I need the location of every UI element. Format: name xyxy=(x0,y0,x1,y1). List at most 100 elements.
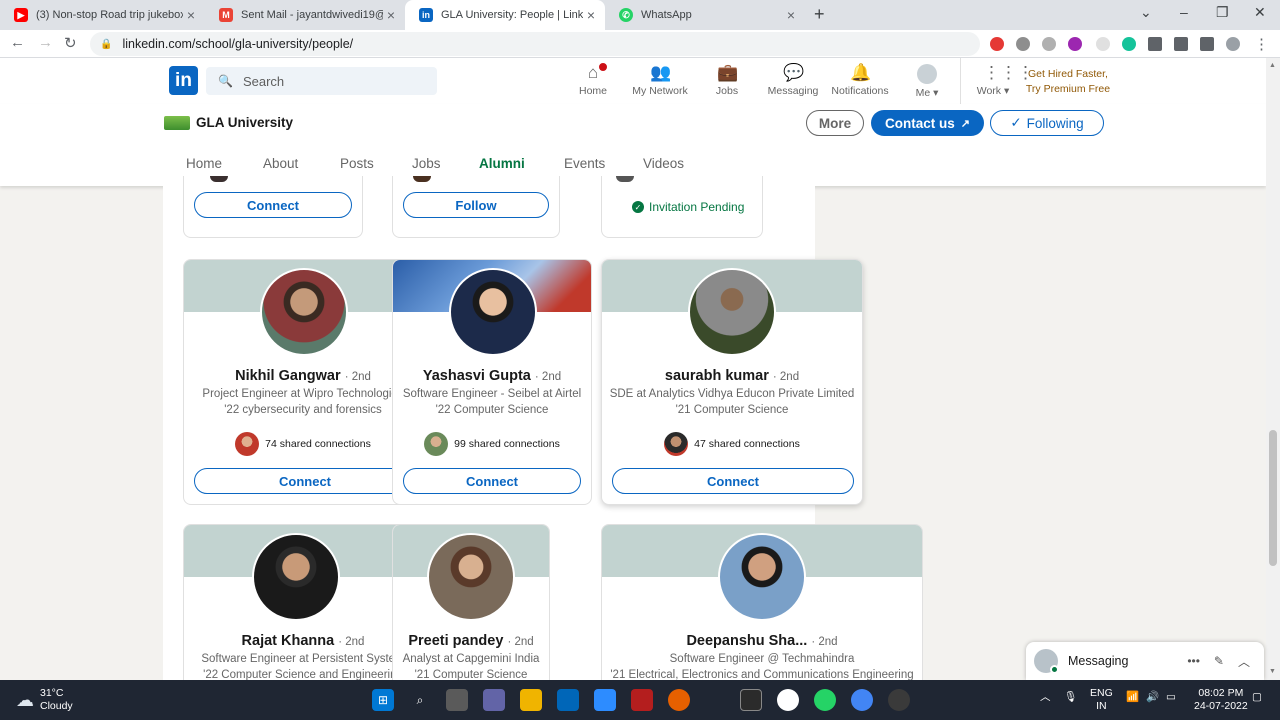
avatar[interactable] xyxy=(449,268,537,356)
company-name[interactable]: GLA University xyxy=(196,115,293,130)
tools-extension-icon[interactable] xyxy=(1016,37,1030,51)
close-tab-icon[interactable]: × xyxy=(183,7,199,23)
tab-search-icon[interactable]: ⌄ xyxy=(1140,4,1152,21)
nav-notifications[interactable]: 🔔 Notifications xyxy=(822,64,898,98)
connect-button[interactable]: Connect xyxy=(612,468,854,494)
tab-jobs[interactable]: Jobs xyxy=(412,156,441,171)
scroll-up-icon[interactable]: ▲ xyxy=(1269,62,1276,69)
zoom-icon[interactable] xyxy=(594,689,616,711)
person-name[interactable]: Yashasvi Gupta · 2nd xyxy=(393,368,591,384)
person-name[interactable]: Deepanshu Sha... · 2nd xyxy=(602,633,922,649)
search-input[interactable]: 🔍 Search xyxy=(206,67,437,95)
person-name[interactable]: Preeti pandey · 2nd xyxy=(393,633,549,649)
teams-icon[interactable] xyxy=(483,689,505,711)
url-field[interactable]: 🔒 linkedin.com/school/gla-university/peo… xyxy=(90,32,980,56)
compose-icon[interactable]: ✎ xyxy=(1214,654,1224,668)
more-button[interactable]: More xyxy=(806,110,864,136)
tab-alumni[interactable]: Alumni xyxy=(479,156,525,171)
microphone-icon[interactable]: 🎙 xyxy=(1064,691,1077,704)
puzzle-icon[interactable] xyxy=(1148,37,1162,51)
chevron-up-icon[interactable]: ︿ xyxy=(1238,653,1250,670)
task-view-icon[interactable] xyxy=(446,689,468,711)
browser-tab-youtube[interactable]: ▶ (3) Non-stop Road trip jukebox | × xyxy=(0,0,205,30)
messaging-overlay[interactable]: Messaging ••• ✎ ︿ xyxy=(1026,642,1264,680)
camera-extension-icon[interactable] xyxy=(1042,37,1056,51)
firefox-icon[interactable] xyxy=(668,689,690,711)
nav-my-network[interactable]: 👥 My Network xyxy=(622,64,698,98)
tab-videos[interactable]: Videos xyxy=(643,156,684,171)
forward-icon[interactable]: → xyxy=(38,34,53,51)
contact-us-button[interactable]: Contact us ↗ xyxy=(871,110,984,136)
premium-link[interactable]: Get Hired Faster, Try Premium Free xyxy=(1020,67,1116,97)
vscode-icon[interactable] xyxy=(557,689,579,711)
following-button[interactable]: ✓ Following xyxy=(990,110,1104,136)
shared-connections[interactable]: 74 shared connections xyxy=(184,432,422,456)
tab-home[interactable]: Home xyxy=(186,156,222,171)
file-explorer-icon[interactable] xyxy=(520,689,542,711)
connect-button[interactable]: Connect xyxy=(403,468,581,494)
ie-app-icon[interactable] xyxy=(631,689,653,711)
windows-start-icon[interactable]: ⊞ xyxy=(372,689,394,711)
battery-icon[interactable]: ▭ xyxy=(1166,691,1176,704)
notification-icon[interactable]: ▢ xyxy=(1252,691,1262,704)
terminal-icon[interactable] xyxy=(740,689,762,711)
window-close-icon[interactable]: ✕ xyxy=(1254,4,1266,21)
shared-connections[interactable]: 99 shared connections xyxy=(393,432,591,456)
avatar[interactable] xyxy=(688,268,776,356)
close-tab-icon[interactable]: × xyxy=(383,7,399,23)
close-tab-icon[interactable]: × xyxy=(583,7,599,23)
new-tab-icon[interactable]: + xyxy=(814,4,825,25)
page-scrollbar[interactable]: ▲ ▼ xyxy=(1266,58,1280,680)
language-indicator[interactable]: ENG IN xyxy=(1090,687,1113,713)
profile-icon[interactable] xyxy=(1226,37,1240,51)
grammarly-extension-icon[interactable] xyxy=(1122,37,1136,51)
sidebar-icon[interactable] xyxy=(1200,37,1214,51)
reading-list-icon[interactable] xyxy=(1174,37,1188,51)
person-name[interactable]: Rajat Khanna · 2nd xyxy=(184,633,422,649)
purple-extension-icon[interactable] xyxy=(1068,37,1082,51)
linkedin-logo[interactable]: in xyxy=(169,66,198,95)
person-name[interactable]: saurabh kumar · 2nd xyxy=(602,368,862,384)
reload-icon[interactable]: ↻ xyxy=(64,34,77,52)
browser-tab-whatsapp[interactable]: ✆ WhatsApp × xyxy=(605,0,805,30)
shared-connections[interactable]: 47 shared connections xyxy=(602,432,862,456)
nav-messaging[interactable]: 💬 Messaging xyxy=(755,64,831,98)
chrome-icon[interactable] xyxy=(851,689,873,711)
browser-tab-gmail[interactable]: M Sent Mail - jayantdwivedi19@gm × xyxy=(205,0,405,30)
search-icon: 🔍 xyxy=(218,74,233,88)
github-icon[interactable] xyxy=(888,689,910,711)
back-icon[interactable]: ← xyxy=(10,34,25,51)
tray-chevron-icon[interactable]: ︿ xyxy=(1040,691,1051,704)
connect-button[interactable]: Connect xyxy=(194,468,416,494)
wifi-icon[interactable]: 📶 xyxy=(1126,691,1139,704)
more-options-icon[interactable]: ••• xyxy=(1187,654,1200,668)
scroll-thumb[interactable] xyxy=(1269,430,1277,566)
adblock-extension-icon[interactable] xyxy=(990,37,1004,51)
scroll-down-icon[interactable]: ▼ xyxy=(1269,668,1276,675)
minimize-icon[interactable]: – xyxy=(1180,4,1188,20)
tab-about[interactable]: About xyxy=(263,156,298,171)
close-tab-icon[interactable]: × xyxy=(783,7,799,23)
nav-me[interactable]: Me ▾ xyxy=(889,64,965,99)
nav-home[interactable]: ⌂ Home xyxy=(555,61,631,97)
avatar[interactable] xyxy=(260,268,348,356)
search-icon[interactable]: ⌕ xyxy=(409,689,431,711)
nav-jobs[interactable]: 💼 Jobs xyxy=(689,64,765,98)
clock[interactable]: 08:02 PM 24-07-2022 xyxy=(1194,687,1248,713)
person-name[interactable]: Nikhil Gangwar · 2nd xyxy=(184,368,422,384)
maximize-icon[interactable]: ❐ xyxy=(1216,4,1229,21)
whatsapp-icon[interactable] xyxy=(814,689,836,711)
follow-button[interactable]: Follow xyxy=(403,192,549,218)
edge-icon[interactable] xyxy=(777,689,799,711)
connect-button[interactable]: Connect xyxy=(194,192,352,218)
avatar[interactable] xyxy=(427,533,515,621)
tab-events[interactable]: Events xyxy=(564,156,605,171)
tab-posts[interactable]: Posts xyxy=(340,156,374,171)
browser-tab-linkedin[interactable]: in GLA University: People | LinkedIn × xyxy=(405,0,605,30)
volume-icon[interactable]: 🔊 xyxy=(1146,691,1159,704)
grey-extension-icon[interactable] xyxy=(1096,37,1110,51)
weather-widget[interactable]: ☁ 31°C Cloudy xyxy=(16,687,73,713)
avatar[interactable] xyxy=(252,533,340,621)
avatar[interactable] xyxy=(718,533,806,621)
menu-dots-icon[interactable]: ⋮ xyxy=(1254,35,1269,53)
